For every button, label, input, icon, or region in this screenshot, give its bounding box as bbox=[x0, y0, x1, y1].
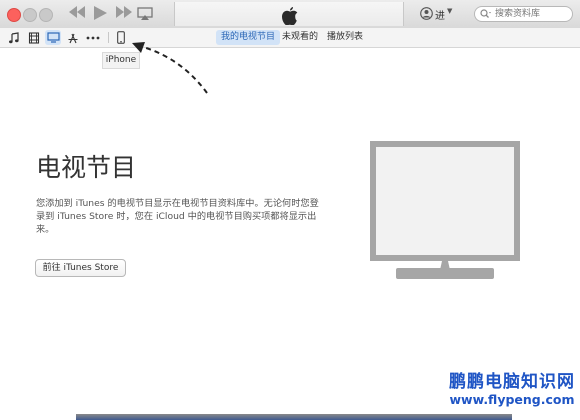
tv-illustration-icon bbox=[370, 141, 520, 279]
page-description: 您添加到 iTunes 的电视节目显示在电视节目资料库中。无论何时您登录到 iT… bbox=[36, 198, 319, 235]
play-icon[interactable] bbox=[92, 5, 108, 25]
search-input[interactable] bbox=[495, 7, 569, 21]
tab-unwatched[interactable]: 未观看的 bbox=[277, 30, 323, 45]
account-label: 进 bbox=[435, 11, 445, 22]
rewind-icon[interactable] bbox=[68, 5, 86, 23]
toolbar-divider bbox=[108, 32, 109, 43]
app-store-icon[interactable] bbox=[65, 30, 81, 45]
watermark: 鹏鹏电脑知识网 www.flypeng.com bbox=[448, 372, 576, 408]
search-field[interactable] bbox=[474, 6, 573, 22]
chevron-down-icon: ▼ bbox=[447, 7, 453, 15]
close-window-button[interactable] bbox=[7, 8, 21, 22]
film-icon[interactable] bbox=[26, 30, 42, 45]
tv-icon[interactable] bbox=[45, 30, 61, 45]
page-title: 电视节目 bbox=[36, 153, 137, 182]
airplay-icon[interactable] bbox=[137, 6, 153, 20]
tab-my-tv-shows[interactable]: 我的电视节目 bbox=[216, 30, 281, 45]
fast-forward-icon[interactable] bbox=[115, 5, 133, 23]
user-circle-icon bbox=[420, 7, 433, 20]
more-icon[interactable] bbox=[85, 30, 101, 45]
minimize-window-button[interactable] bbox=[23, 8, 37, 22]
search-icon bbox=[480, 9, 491, 18]
dock-strip bbox=[76, 414, 512, 420]
media-toolbar: 我的电视节目 未观看的 播放列表 bbox=[0, 28, 580, 48]
apple-logo-icon bbox=[282, 6, 298, 26]
go-to-itunes-store-button[interactable]: 前往 iTunes Store bbox=[35, 259, 126, 277]
status-display bbox=[174, 2, 404, 26]
tab-playlists[interactable]: 播放列表 bbox=[322, 30, 368, 45]
music-note-icon[interactable] bbox=[6, 30, 22, 45]
zoom-window-button[interactable] bbox=[39, 8, 53, 22]
annotation-arrow-icon bbox=[132, 42, 208, 94]
watermark-url: www.flypeng.com bbox=[449, 392, 575, 407]
title-bar: 进 ▼ bbox=[0, 0, 580, 29]
watermark-title: 鹏鹏电脑知识网 bbox=[449, 372, 575, 392]
